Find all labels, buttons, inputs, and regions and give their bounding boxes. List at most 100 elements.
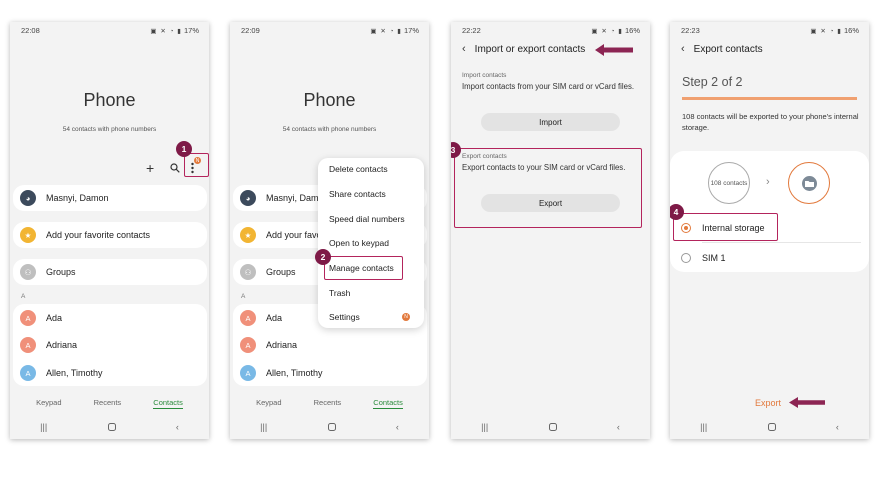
contact-avatar: A: [20, 310, 36, 326]
back-arrow-icon[interactable]: ‹: [681, 43, 685, 55]
index-letter: A: [21, 293, 26, 300]
option-sim[interactable]: SIM 1: [681, 253, 726, 263]
app-header: ‹ Import or export contacts: [462, 43, 585, 55]
highlight-internal-storage: [673, 213, 778, 241]
tab-contacts[interactable]: Contacts: [153, 398, 183, 409]
groups-row[interactable]: ⚇ Groups: [20, 264, 76, 280]
step-indicator: Step 2 of 2: [682, 75, 743, 89]
status-time: 22:23: [681, 26, 700, 35]
recent-apps-icon[interactable]: |||: [700, 422, 707, 432]
recent-apps-icon[interactable]: |||: [260, 422, 267, 432]
highlight-more-options: [184, 153, 209, 177]
back-icon[interactable]: ‹: [176, 422, 179, 432]
system-nav-bar: ||| ‹: [670, 415, 869, 439]
profile-avatar: ◕: [240, 190, 256, 206]
status-time: 22:22: [462, 26, 481, 35]
system-nav-bar: ||| ‹: [451, 415, 650, 439]
list-item[interactable]: A Allen, Timothy: [240, 365, 323, 381]
home-icon[interactable]: [327, 423, 336, 431]
system-nav-bar: ||| ‹: [230, 415, 429, 439]
export-description: 108 contacts will be exported to your ph…: [682, 112, 859, 132]
star-icon: ★: [240, 227, 256, 243]
bottom-tabs: Keypad Recents Contacts: [10, 398, 209, 409]
settings-badge: N: [402, 313, 410, 321]
tab-keypad[interactable]: Keypad: [36, 398, 61, 409]
import-button[interactable]: Import: [481, 113, 620, 131]
home-icon[interactable]: [107, 423, 116, 431]
favorites-row[interactable]: ★ Add your favorite contacts: [20, 227, 150, 243]
contact-name: Allen, Timothy: [266, 368, 323, 378]
overflow-menu: Delete contacts Share contacts Speed dia…: [318, 158, 424, 328]
progress-fill: [682, 97, 857, 100]
radio-unselected-icon[interactable]: [681, 253, 691, 263]
menu-item-speed-dial[interactable]: Speed dial numbers: [329, 214, 405, 224]
folder-icon: [801, 175, 817, 191]
contact-name: Ada: [266, 313, 283, 323]
contact-avatar: A: [240, 310, 256, 326]
status-time: 22:09: [241, 26, 260, 35]
favorites-label: Add your favorite contacts: [46, 230, 151, 240]
search-icon[interactable]: [170, 163, 180, 173]
status-bar: 22:08 ▣ ✕ ◔ ▮ 17%: [21, 26, 199, 35]
screen-export-contacts: 22:23 ▣ ✕ ◔ ▮ 16% ‹ Export contacts Step…: [670, 22, 869, 439]
menu-item-open-keypad[interactable]: Open to keypad: [329, 238, 389, 248]
index-letter: A: [241, 293, 246, 300]
my-profile-row[interactable]: ◕ Masnyi, Damon: [240, 190, 329, 206]
home-icon[interactable]: [548, 423, 557, 431]
divider: [702, 242, 861, 243]
contact-name: Ada: [46, 313, 63, 323]
menu-item-delete-contacts[interactable]: Delete contacts: [329, 164, 388, 174]
back-arrow-icon[interactable]: ‹: [462, 43, 466, 55]
star-icon: ★: [20, 227, 36, 243]
groups-icon: ⚇: [240, 264, 256, 280]
back-icon[interactable]: ‹: [396, 422, 399, 432]
export-button[interactable]: Export: [755, 398, 781, 408]
groups-row[interactable]: ⚇ Groups: [240, 264, 296, 280]
contact-avatar: A: [240, 365, 256, 381]
list-item[interactable]: A Adriana: [20, 337, 77, 353]
profile-name: Masnyi, Damon: [46, 193, 109, 203]
option-sim-label: SIM 1: [702, 253, 726, 263]
recent-apps-icon[interactable]: |||: [481, 422, 488, 432]
groups-label: Groups: [266, 267, 296, 277]
list-item[interactable]: A Adriana: [240, 337, 297, 353]
menu-item-settings[interactable]: Settings: [329, 312, 360, 322]
highlight-export-section: [454, 148, 642, 228]
contact-name: Allen, Timothy: [46, 368, 103, 378]
status-bar: 22:23 ▣ ✕ ◔ ▮ 16%: [681, 26, 859, 35]
status-time: 22:08: [21, 26, 40, 35]
my-profile-row[interactable]: ◕ Masnyi, Damon: [20, 190, 109, 206]
back-icon[interactable]: ‹: [617, 422, 620, 432]
back-icon[interactable]: ‹: [836, 422, 839, 432]
step-badge-2: 2: [315, 249, 331, 265]
status-battery: 16%: [843, 26, 859, 35]
screen-import-export: 22:22 ▣ ✕ ◔ ▮ 16% ‹ Import or export con…: [451, 22, 650, 439]
page-title: Phone: [83, 90, 136, 110]
pointer-arrow-icon: [789, 397, 825, 408]
status-bar: 22:22 ▣ ✕ ◔ ▮ 16%: [462, 26, 640, 35]
tab-keypad[interactable]: Keypad: [256, 398, 281, 409]
menu-item-share-contacts[interactable]: Share contacts: [329, 189, 386, 199]
import-description: Import contacts from your SIM card or vC…: [462, 82, 635, 91]
list-item[interactable]: A Ada: [20, 310, 62, 326]
screen-contacts: 22:08 ▣ ✕ ◔ ▮ 17% Phone 54 contacts with…: [10, 22, 209, 439]
contact-avatar: A: [20, 337, 36, 353]
menu-item-trash[interactable]: Trash: [329, 288, 350, 298]
home-icon[interactable]: [767, 423, 776, 431]
status-battery: 17%: [403, 26, 419, 35]
status-icons: ▣ ✕ ◔ ▮: [150, 28, 182, 35]
header-title: Export contacts: [693, 43, 763, 55]
list-item[interactable]: A Allen, Timothy: [20, 365, 103, 381]
contacts-count: 54 contacts with phone numbers: [282, 126, 377, 133]
tab-recents[interactable]: Recents: [94, 398, 122, 409]
contacts-count: 54 contacts with phone numbers: [62, 126, 157, 133]
pointer-arrow-icon: [595, 44, 633, 56]
recent-apps-icon[interactable]: |||: [40, 422, 47, 432]
import-section-label: Import contacts: [462, 72, 507, 79]
list-item[interactable]: A Ada: [240, 310, 282, 326]
page-title: Phone: [303, 90, 356, 110]
tab-recents[interactable]: Recents: [314, 398, 342, 409]
add-icon[interactable]: +: [146, 160, 154, 176]
destination-circle: [788, 162, 830, 204]
tab-contacts[interactable]: Contacts: [373, 398, 403, 409]
